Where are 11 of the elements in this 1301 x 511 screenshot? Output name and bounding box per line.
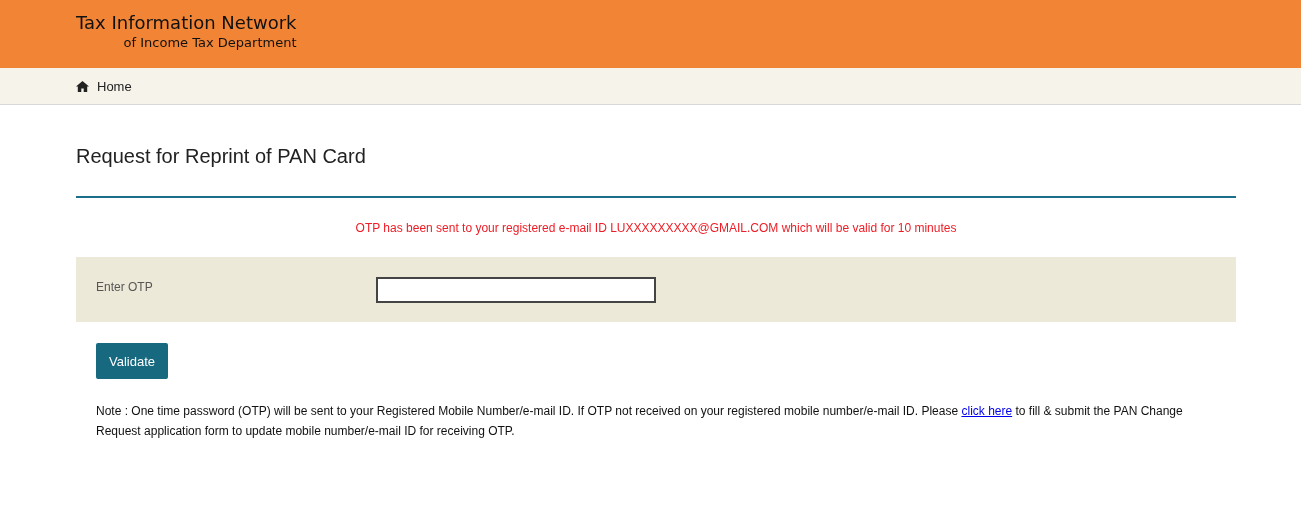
otp-input[interactable] [376,277,656,303]
click-here-link[interactable]: click here [961,404,1013,418]
home-link[interactable]: Home [97,78,132,94]
site-subtitle: of Income Tax Department [123,35,297,50]
otp-label: Enter OTP [96,280,154,294]
note-text: Note : One time password (OTP) will be sent to your Registered Mobile Number/e-mail ID. If OTP not received on your registered mobile number/e-mail ID. Please click here to fill & submit the PAN Change Request application form to update mobile number/e-mail ID for receiving OTP. [96,403,1184,440]
otp-message: OTP has been sent to your registered e-mail ID LUXXXXXXXXX@GMAIL.COM which will be valid for 10 minutes [354,220,958,237]
home-icon [76,80,89,92]
site-title: Tax Information Network [76,12,297,33]
page-title: Request for Reprint of PAN Card [76,105,1236,198]
validate-button[interactable]: Validate [96,343,168,379]
